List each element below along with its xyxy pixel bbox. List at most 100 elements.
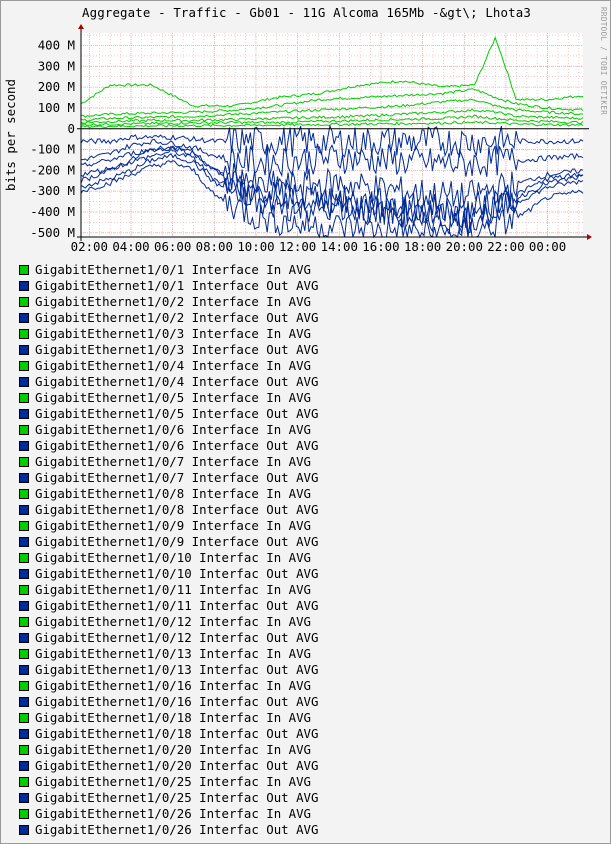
legend-label: GigabitEthernet1/0/3 Interface Out AVG (35, 342, 319, 357)
legend-item: GigabitEthernet1/0/4 Interface In AVG (19, 358, 318, 374)
x-tick-label: 14:00 (321, 239, 358, 254)
y-tick-label: 300 M (38, 58, 75, 73)
legend-label: GigabitEthernet1/0/25 Interfac Out AVG (35, 790, 319, 805)
legend-label: GigabitEthernet1/0/11 Interfac In AVG (35, 582, 312, 597)
legend-item: GigabitEthernet1/0/8 Interface Out AVG (19, 502, 318, 518)
legend-item: GigabitEthernet1/0/7 Interface In AVG (19, 454, 318, 470)
legend-item: GigabitEthernet1/0/1 Interface Out AVG (19, 278, 318, 294)
y-axis-label: bits per second (3, 79, 18, 191)
legend-label: GigabitEthernet1/0/13 Interfac Out AVG (35, 662, 319, 677)
legend-swatch (19, 361, 29, 371)
legend-item: GigabitEthernet1/0/4 Interface Out AVG (19, 374, 318, 390)
legend-item: GigabitEthernet1/0/18 Interfac In AVG (19, 710, 318, 726)
legend-item: GigabitEthernet1/0/10 Interfac Out AVG (19, 566, 318, 582)
x-tick-label: 10:00 (237, 239, 274, 254)
legend-swatch (19, 505, 29, 515)
legend-item: GigabitEthernet1/0/1 Interface In AVG (19, 262, 318, 278)
legend-swatch (19, 665, 29, 675)
legend-swatch (19, 409, 29, 419)
legend-label: GigabitEthernet1/0/3 Interface In AVG (35, 326, 312, 341)
legend-item: GigabitEthernet1/0/6 Interface Out AVG (19, 438, 318, 454)
legend-label: GigabitEthernet1/0/7 Interface In AVG (35, 454, 312, 469)
legend-label: GigabitEthernet1/0/10 Interfac Out AVG (35, 566, 319, 581)
legend-item: GigabitEthernet1/0/10 Interfac In AVG (19, 550, 318, 566)
legend-swatch (19, 745, 29, 755)
legend-swatch (19, 553, 29, 563)
y-tick-label: 200 M (38, 79, 75, 94)
legend-swatch (19, 537, 29, 547)
legend-label: GigabitEthernet1/0/13 Interfac In AVG (35, 646, 312, 661)
legend-swatch (19, 489, 29, 499)
legend-swatch (19, 761, 29, 771)
legend-label: GigabitEthernet1/0/5 Interface In AVG (35, 390, 312, 405)
legend-swatch (19, 649, 29, 659)
legend-label: GigabitEthernet1/0/26 Interfac Out AVG (35, 822, 319, 837)
legend-swatch (19, 425, 29, 435)
legend-label: GigabitEthernet1/0/8 Interface Out AVG (35, 502, 319, 517)
graph-frame: Aggregate - Traffic - Gb01 - 11G Alcoma … (0, 0, 611, 844)
legend-swatch (19, 729, 29, 739)
legend-swatch (19, 281, 29, 291)
legend-label: GigabitEthernet1/0/20 Interfac In AVG (35, 742, 312, 757)
y-tick-label: -400 M (30, 204, 75, 219)
legend-swatch (19, 329, 29, 339)
legend-swatch (19, 633, 29, 643)
legend-item: GigabitEthernet1/0/5 Interface In AVG (19, 390, 318, 406)
legend-swatch (19, 297, 29, 307)
legend-item: GigabitEthernet1/0/25 Interfac Out AVG (19, 790, 318, 806)
legend-item: GigabitEthernet1/0/2 Interface Out AVG (19, 310, 318, 326)
legend-item: GigabitEthernet1/0/16 Interfac In AVG (19, 678, 318, 694)
legend-swatch (19, 713, 29, 723)
legend-swatch (19, 313, 29, 323)
legend-swatch (19, 473, 29, 483)
legend-swatch (19, 825, 29, 835)
legend-label: GigabitEthernet1/0/7 Interface Out AVG (35, 470, 319, 485)
legend-label: GigabitEthernet1/0/18 Interfac In AVG (35, 710, 312, 725)
legend-swatch (19, 777, 29, 787)
x-tick-label: 16:00 (362, 239, 399, 254)
legend-label: GigabitEthernet1/0/5 Interface Out AVG (35, 406, 319, 421)
x-tick-label: 20:00 (446, 239, 483, 254)
legend-item: GigabitEthernet1/0/18 Interfac Out AVG (19, 726, 318, 742)
x-axis-arrow (587, 234, 592, 240)
legend-label: GigabitEthernet1/0/8 Interface In AVG (35, 486, 312, 501)
legend-item: GigabitEthernet1/0/9 Interface In AVG (19, 518, 318, 534)
y-tick-label: -500 M (30, 225, 75, 240)
legend-item: GigabitEthernet1/0/9 Interface Out AVG (19, 534, 318, 550)
legend-swatch (19, 393, 29, 403)
legend-label: GigabitEthernet1/0/4 Interface In AVG (35, 358, 312, 373)
legend-label: GigabitEthernet1/0/6 Interface Out AVG (35, 438, 319, 453)
y-tick-label: 400 M (38, 37, 75, 52)
legend-item: GigabitEthernet1/0/3 Interface In AVG (19, 326, 318, 342)
legend-label: GigabitEthernet1/0/25 Interfac In AVG (35, 774, 312, 789)
legend-label: GigabitEthernet1/0/12 Interfac Out AVG (35, 630, 319, 645)
x-tick-label: 04:00 (112, 239, 149, 254)
y-tick-label: 100 M (38, 100, 75, 115)
legend-item: GigabitEthernet1/0/13 Interfac In AVG (19, 646, 318, 662)
legend-item: GigabitEthernet1/0/12 Interfac Out AVG (19, 630, 318, 646)
legend-item: GigabitEthernet1/0/26 Interfac Out AVG (19, 822, 318, 838)
legend-swatch (19, 617, 29, 627)
legend-item: GigabitEthernet1/0/3 Interface Out AVG (19, 342, 318, 358)
x-tick-label: 02:00 (71, 239, 108, 254)
legend-item: GigabitEthernet1/0/12 Interfac In AVG (19, 614, 318, 630)
legend-swatch (19, 601, 29, 611)
legend-item: GigabitEthernet1/0/5 Interface Out AVG (19, 406, 318, 422)
legend: GigabitEthernet1/0/1 Interface In AVG Gig… (19, 262, 318, 838)
legend-swatch (19, 265, 29, 275)
x-tick-label: 00:00 (529, 239, 566, 254)
legend-label: GigabitEthernet1/0/9 Interface In AVG (35, 518, 312, 533)
x-tick-label: 22:00 (487, 239, 524, 254)
legend-item: GigabitEthernet1/0/11 Interfac In AVG (19, 582, 318, 598)
x-tick-label: 08:00 (196, 239, 233, 254)
legend-label: GigabitEthernet1/0/18 Interfac Out AVG (35, 726, 319, 741)
y-tick-label: -300 M (30, 183, 75, 198)
legend-label: GigabitEthernet1/0/2 Interface Out AVG (35, 310, 319, 325)
legend-swatch (19, 569, 29, 579)
legend-swatch (19, 793, 29, 803)
legend-label: GigabitEthernet1/0/12 Interfac In AVG (35, 614, 312, 629)
legend-item: GigabitEthernet1/0/25 Interfac In AVG (19, 774, 318, 790)
legend-item: GigabitEthernet1/0/8 Interface In AVG (19, 486, 318, 502)
legend-swatch (19, 377, 29, 387)
legend-label: GigabitEthernet1/0/1 Interface Out AVG (35, 278, 319, 293)
